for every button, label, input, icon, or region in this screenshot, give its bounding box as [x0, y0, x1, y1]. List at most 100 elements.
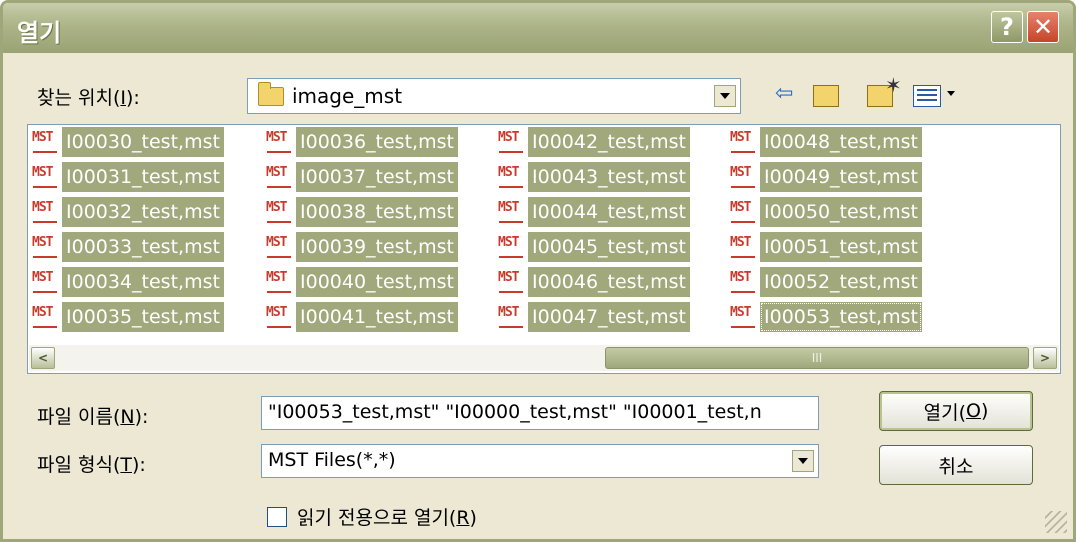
file-item[interactable]: MST I00042_test,mst [496, 127, 690, 157]
file-item[interactable]: MST I00053_test,mst [728, 302, 922, 332]
filetype-dropdown[interactable]: MST Files(*,*) [261, 444, 819, 478]
file-item-label: I00053_test,mst [760, 302, 922, 332]
mst-file-icon-text: MST [498, 235, 520, 250]
mst-file-icon: MST [264, 197, 296, 227]
chevron-down-icon [720, 93, 730, 99]
lookin-dropdown-button[interactable] [714, 85, 736, 107]
mst-file-icon: MST [30, 267, 62, 297]
mst-file-icon: MST [496, 127, 528, 157]
file-item[interactable]: MST I00034_test,mst [30, 267, 224, 297]
file-item[interactable]: MST I00039_test,mst [264, 232, 458, 262]
file-item-label: I00042_test,mst [528, 127, 690, 157]
mst-file-icon: MST [496, 197, 528, 227]
file-item[interactable]: MST I00038_test,mst [264, 197, 458, 227]
file-item[interactable]: MST I00043_test,mst [496, 162, 690, 192]
mst-file-icon-text: MST [266, 130, 288, 145]
close-button[interactable]: ✕ [1027, 11, 1059, 43]
filetype-label: 파일 형식(T): [37, 450, 146, 477]
mst-file-icon: MST [264, 302, 296, 332]
file-item-label: I00036_test,mst [296, 127, 458, 157]
file-item-label: I00044_test,mst [528, 197, 690, 227]
mst-file-icon: MST [264, 232, 296, 262]
resize-grip[interactable] [1045, 511, 1067, 533]
file-item[interactable]: MST I00045_test,mst [496, 232, 690, 262]
mst-file-icon: MST [264, 127, 296, 157]
mst-file-icon: MST [728, 302, 760, 332]
mst-file-icon-text: MST [730, 270, 752, 285]
file-item[interactable]: MST I00032_test,mst [30, 197, 224, 227]
file-item[interactable]: MST I00044_test,mst [496, 197, 690, 227]
title-bar[interactable]: 열기 ? ✕ [3, 3, 1073, 53]
chevron-down-icon [798, 458, 808, 464]
mst-file-icon-text: MST [730, 305, 752, 320]
open-button-label: 열기( [923, 401, 966, 424]
mst-file-icon-text: MST [498, 130, 520, 145]
mst-file-icon-text: MST [32, 200, 54, 215]
file-item[interactable]: MST I00047_test,mst [496, 302, 690, 332]
lookin-dropdown[interactable]: image_mst [247, 78, 741, 114]
file-item[interactable]: MST I00040_test,mst [264, 267, 458, 297]
file-item-label: I00032_test,mst [62, 197, 224, 227]
open-button-suffix: ) [980, 400, 989, 422]
file-item[interactable]: MST I00035_test,mst [30, 302, 224, 332]
filetype-label-suffix: ): [131, 454, 146, 476]
file-item-label: I00038_test,mst [296, 197, 458, 227]
mst-file-icon-text: MST [730, 235, 752, 250]
file-item[interactable]: MST I00036_test,mst [264, 127, 458, 157]
back-icon[interactable]: ⇦ [775, 81, 793, 107]
mst-file-icon: MST [30, 302, 62, 332]
mst-file-icon-text: MST [498, 165, 520, 180]
file-item[interactable]: MST I00049_test,mst [728, 162, 922, 192]
file-item[interactable]: MST I00051_test,mst [728, 232, 922, 262]
file-item[interactable]: MST I00033_test,mst [30, 232, 224, 262]
file-item-label: I00047_test,mst [528, 302, 690, 332]
file-item-label: I00034_test,mst [62, 267, 224, 297]
filename-input[interactable]: "I00053_test,mst" "I00000_test,mst" "I00… [261, 396, 819, 430]
scroll-left-button[interactable]: < [31, 347, 55, 369]
mst-file-icon-text: MST [266, 235, 288, 250]
horizontal-scrollbar[interactable]: < III > [29, 345, 1059, 371]
filename-label-suffix: ): [134, 406, 149, 428]
file-item[interactable]: MST I00041_test,mst [264, 302, 458, 332]
mst-file-icon: MST [30, 162, 62, 192]
mst-file-icon-text: MST [498, 200, 520, 215]
view-menu-dropdown-icon[interactable] [947, 91, 955, 96]
help-button[interactable]: ? [991, 11, 1023, 43]
scroll-thumb[interactable]: III [605, 347, 1029, 369]
file-item[interactable]: MST I00046_test,mst [496, 267, 690, 297]
file-item[interactable]: MST I00048_test,mst [728, 127, 922, 157]
mst-file-icon: MST [30, 232, 62, 262]
view-menu-icon[interactable] [913, 85, 941, 107]
filetype-value: MST Files(*,*) [268, 449, 396, 471]
mst-file-icon: MST [496, 302, 528, 332]
file-item[interactable]: MST I00052_test,mst [728, 267, 922, 297]
filetype-label-text: 파일 형식( [37, 454, 121, 476]
mst-file-icon: MST [30, 127, 62, 157]
readonly-label[interactable]: 읽기 전용으로 열기(R) [297, 503, 477, 530]
mst-file-icon: MST [728, 197, 760, 227]
mst-file-icon-text: MST [498, 270, 520, 285]
lookin-label-text: 찾는 위치( [37, 87, 121, 109]
scroll-right-button[interactable]: > [1033, 347, 1057, 369]
file-item[interactable]: MST I00030_test,mst [30, 127, 224, 157]
readonly-checkbox[interactable] [267, 507, 287, 527]
file-item-label: I00031_test,mst [62, 162, 224, 192]
mst-file-icon: MST [728, 267, 760, 297]
file-item-label: I00037_test,mst [296, 162, 458, 192]
file-list[interactable]: MST I00030_test,mst MST I00031_test,mst MST I… [27, 124, 1061, 374]
open-button[interactable]: 열기(O) [879, 391, 1033, 431]
file-item[interactable]: MST I00031_test,mst [30, 162, 224, 192]
new-folder-sparkle-icon: ✶ [885, 73, 902, 97]
mst-file-icon-text: MST [730, 165, 752, 180]
file-item-label: I00035_test,mst [62, 302, 224, 332]
mst-file-icon-text: MST [32, 235, 54, 250]
filename-accesskey: N [120, 406, 135, 428]
file-item[interactable]: MST I00050_test,mst [728, 197, 922, 227]
up-folder-icon[interactable] [813, 85, 839, 107]
mst-file-icon-text: MST [32, 130, 54, 145]
mst-file-icon: MST [496, 232, 528, 262]
filetype-dropdown-button[interactable] [792, 450, 814, 472]
mst-file-icon-text: MST [266, 165, 288, 180]
cancel-button[interactable]: 취소 [879, 445, 1033, 485]
file-item[interactable]: MST I00037_test,mst [264, 162, 458, 192]
